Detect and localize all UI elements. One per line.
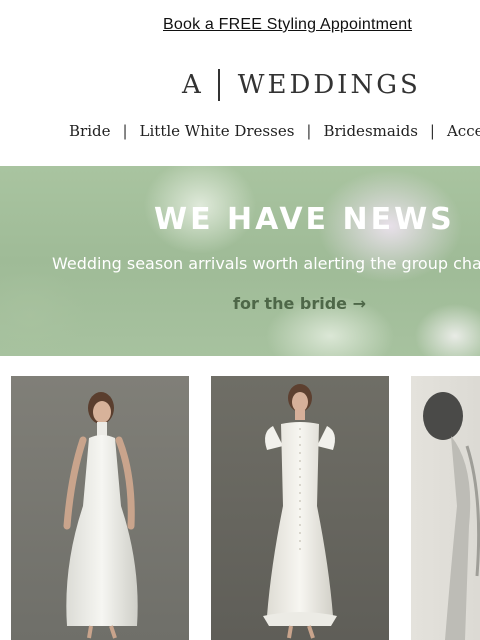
logo-mark: A — [182, 70, 202, 100]
for-the-bride-link[interactable]: for the bride → — [233, 294, 366, 313]
styling-appointment-link[interactable]: Book a FREE Styling Appointment — [163, 16, 412, 34]
hero-subtitle: Wedding season arrivals worth alerting t… — [52, 254, 480, 273]
halter-dress-photo-icon — [11, 376, 189, 640]
nav-separator: | — [122, 122, 128, 140]
flutter-sleeve-dress-photo-icon — [211, 376, 389, 640]
product-card[interactable] — [211, 376, 389, 640]
hero-banner[interactable]: WE HAVE NEWS Wedding season arrivals wor… — [0, 166, 480, 356]
product-card[interactable] — [11, 376, 189, 640]
nav-item-bridesmaids[interactable]: Bridesmaids — [323, 122, 417, 140]
product-card[interactable] — [411, 376, 480, 640]
nav-item-little-white-dresses[interactable]: Little White Dresses — [140, 122, 295, 140]
hero-title: WE HAVE NEWS — [154, 202, 455, 237]
product-grid — [0, 376, 480, 640]
bw-dress-photo-icon — [411, 376, 480, 640]
promo-banner: Book a FREE Styling Appointment — [0, 14, 480, 38]
nav-separator: | — [429, 122, 435, 140]
nav-item-bride[interactable]: Bride — [69, 122, 110, 140]
brand-logo[interactable]: A WEDDINGS — [182, 68, 421, 102]
nav-separator: | — [306, 122, 312, 140]
nav-item-accessories[interactable]: Acces — [447, 122, 480, 140]
category-nav: Bride | Little White Dresses | Bridesmai… — [69, 120, 480, 142]
logo-divider — [217, 69, 220, 101]
logo-wordmark: WEDDINGS — [237, 70, 421, 100]
